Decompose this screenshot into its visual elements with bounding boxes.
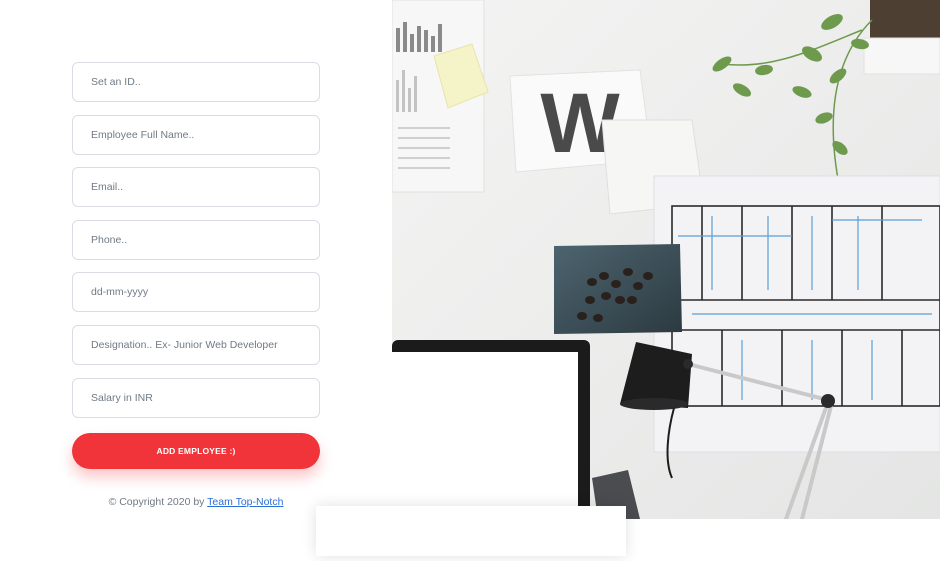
blank-popup-box — [316, 506, 626, 556]
employee-form-panel: ADD EMPLOYEE :) © Copyright 2020 by Team… — [0, 0, 392, 561]
full-name-input[interactable] — [72, 115, 320, 155]
copyright-prefix: © Copyright 2020 by — [108, 496, 205, 508]
date-input[interactable] — [72, 272, 320, 312]
hero-image: W — [392, 0, 940, 519]
email-input[interactable] — [72, 167, 320, 207]
salary-input[interactable] — [72, 378, 320, 418]
phone-input[interactable] — [72, 220, 320, 260]
copyright-text: © Copyright 2020 by Team Top-Notch — [72, 496, 320, 508]
id-input[interactable] — [72, 62, 320, 102]
workspace-photo: W — [392, 0, 940, 519]
add-employee-button[interactable]: ADD EMPLOYEE :) — [72, 433, 320, 469]
team-link[interactable]: Team Top-Notch — [207, 496, 283, 508]
designation-input[interactable] — [72, 325, 320, 365]
